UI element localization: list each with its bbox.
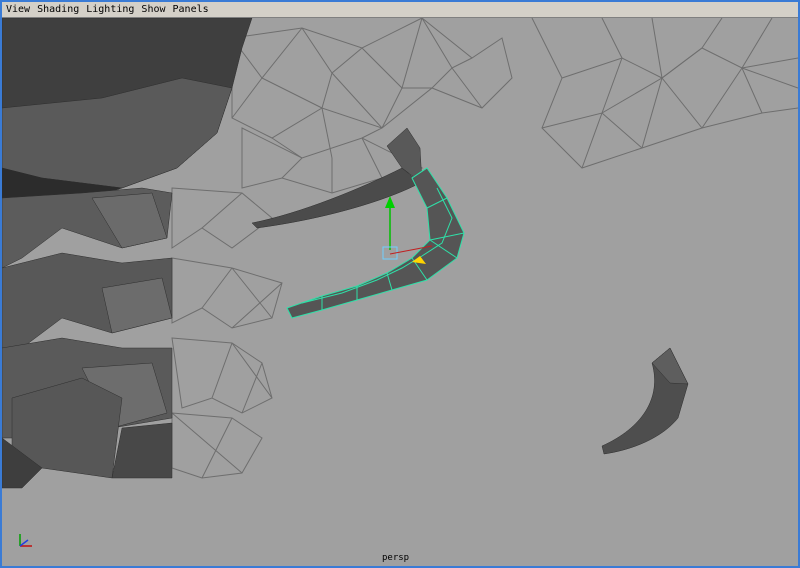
view-axis-gizmo (14, 528, 38, 552)
wireframe-mesh-right[interactable] (531, 18, 798, 169)
scene-canvas[interactable] (2, 18, 798, 566)
wireframe-mesh-upper[interactable] (231, 18, 513, 194)
wireframe-mesh-lower[interactable] (171, 187, 283, 479)
perspective-viewport[interactable]: persp (2, 18, 798, 566)
axis-z-line (19, 539, 29, 547)
menu-lighting[interactable]: Lighting (82, 2, 137, 17)
camera-name-label: persp (382, 553, 410, 563)
menu-panels[interactable]: Panels (169, 2, 212, 17)
solid-mesh-torso[interactable] (2, 18, 253, 489)
fang-mesh-lower[interactable] (601, 347, 689, 455)
viewport-window: View Shading Lighting Show Panels persp (0, 0, 800, 568)
menu-show[interactable]: Show (137, 2, 168, 17)
fang-mesh-upper[interactable] (251, 127, 423, 229)
menu-view[interactable]: View (2, 2, 33, 17)
panel-menu-bar: View Shading Lighting Show Panels (2, 2, 798, 18)
menu-shading[interactable]: Shading (33, 2, 82, 17)
